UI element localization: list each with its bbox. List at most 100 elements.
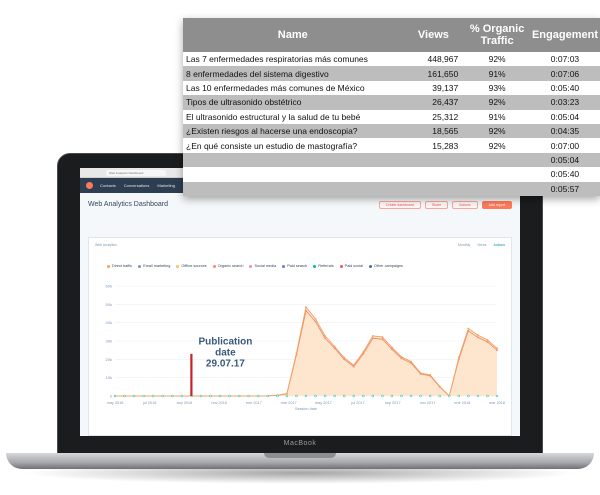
y-tick-label: 60k (106, 284, 112, 289)
legend-label: Offline sources (181, 264, 207, 268)
table-row[interactable]: 8 enfermedades del sistema digestivo 161,… (183, 66, 600, 81)
table-row[interactable]: ¿Existen riesgos al hacerse una endoscop… (183, 123, 600, 139)
hubspot-logo-icon[interactable] (86, 182, 93, 189)
data-point (286, 392, 288, 395)
baseline-point (409, 394, 413, 398)
x-tick-label: ene 2017 (246, 401, 262, 405)
baseline-point (381, 394, 384, 398)
legend-item[interactable]: Offline sources (176, 264, 207, 268)
cell-engagement: 0:04:35 (529, 123, 600, 139)
macbook-label: MacBook (283, 440, 317, 447)
dashboard-header: Web Analytics Dashboard Create dashboard… (80, 193, 520, 219)
cell-organic (464, 181, 530, 196)
table-row[interactable]: Las 7 enfermedades respiratorias más com… (183, 52, 600, 66)
baseline-point (151, 394, 155, 398)
dashboard-title[interactable]: Web Analytics Dashboard (88, 201, 168, 208)
publication-annotation: date (215, 348, 236, 359)
baseline-point (486, 394, 489, 398)
add-report-button[interactable]: Add report (481, 201, 512, 209)
legend-item[interactable]: Organic search (212, 264, 244, 268)
cell-views: 448,967 (427, 54, 459, 65)
data-point (410, 360, 412, 363)
cell-organic: 91% (464, 66, 530, 81)
baseline-point (467, 394, 470, 398)
share-button[interactable]: Share (424, 201, 449, 209)
nav-item-conversations[interactable]: Conversations (124, 183, 150, 188)
legend-label: Paid social (344, 264, 364, 268)
baseline-point (171, 394, 174, 398)
legend-item[interactable]: Social media (249, 264, 276, 268)
baseline-point (218, 394, 222, 398)
data-point (496, 349, 498, 352)
traffic-area-chart: 0 10k 20k 30k 40k 50k 60k Publicationdate29.07.… (106, 284, 505, 412)
baseline-point (209, 394, 212, 398)
baseline-point (257, 394, 260, 398)
create-dashboard-button[interactable]: Create dashboard (378, 201, 421, 209)
legend-item[interactable]: Direct traffic (107, 264, 132, 268)
legend-item[interactable]: Other campaigns (369, 264, 403, 268)
dashboard-actions: Create dashboard Share Actions Add repor… (375, 201, 512, 209)
data-point (371, 334, 374, 337)
browser-tab[interactable]: Web Analytics Dashboard (106, 170, 166, 176)
col-name-header[interactable]: Name (183, 18, 403, 52)
baseline-point (495, 394, 499, 398)
table-row[interactable]: ¿En qué consiste un estudio de mastograf… (183, 138, 600, 152)
nav-item-marketing[interactable]: Marketing (157, 183, 175, 188)
baseline-point (352, 394, 355, 398)
publication-annotation: Publication (198, 337, 252, 348)
legend-item[interactable]: Referrals (313, 264, 334, 268)
y-tick-label: 10k (106, 375, 112, 380)
cell-post-name (183, 152, 403, 168)
data-point (496, 347, 498, 350)
data-point (477, 336, 479, 339)
baseline-point (323, 394, 327, 398)
table-row[interactable]: 0:05:04 (183, 152, 600, 168)
publication-annotation: 29.07.17 (206, 359, 245, 370)
legend-swatch-icon (313, 264, 317, 268)
x-tick-label: jul 2016 (142, 401, 156, 405)
metric-select[interactable]: Views (477, 243, 486, 247)
data-point (333, 345, 336, 348)
table-row[interactable]: Las 10 enfermedades más comunes de Méxic… (183, 81, 600, 95)
data-point (381, 336, 384, 338)
card-actions-button[interactable]: Actions (494, 243, 505, 247)
frequency-select[interactable]: Monthly (458, 243, 470, 247)
legend-swatch-icon (369, 264, 373, 268)
baseline-point (428, 394, 432, 398)
baseline-point (476, 394, 480, 398)
cell-organic: 92% (464, 123, 530, 139)
baseline-point (314, 394, 317, 398)
data-point (457, 356, 460, 359)
data-point (314, 320, 317, 323)
legend-label: Referrals (318, 264, 334, 268)
cell-organic: 92% (488, 54, 506, 65)
cell-views: 39,137 (432, 82, 459, 93)
area-fill (115, 307, 497, 396)
table-row[interactable]: 0:05:40 (183, 167, 600, 181)
x-tick-label: jul 2017 (350, 401, 364, 405)
col-organic-header[interactable]: % Organic Traffic (464, 18, 530, 52)
table-row[interactable]: 0:05:57 (183, 181, 600, 196)
data-point (400, 356, 403, 358)
cell-views: 18,565 (402, 123, 465, 139)
table-row[interactable]: El ultrasonido estructural y la salud de… (183, 110, 600, 124)
data-point (324, 334, 326, 337)
actions-button[interactable]: Actions (452, 201, 478, 209)
col-views-header[interactable]: Views (402, 18, 465, 52)
legend-item[interactable]: Paid search (282, 264, 307, 268)
legend-label: Organic search (217, 264, 244, 268)
legend-label: Other campaigns (374, 264, 403, 268)
col-engagement-header[interactable]: Engagement (529, 18, 600, 52)
legend-item[interactable]: Paid social (339, 264, 364, 268)
baseline-point (419, 394, 422, 398)
baseline-point (457, 394, 461, 398)
legend-label: Direct traffic (112, 264, 133, 268)
table-row[interactable]: Tipos de ultrasonido obstétrico 26,437 92%… (183, 95, 600, 110)
cell-post-name (183, 181, 403, 196)
y-tick-label: 50k (106, 302, 112, 307)
legend-swatch-icon (282, 264, 286, 268)
cell-engagement: 0:07:06 (529, 66, 600, 81)
nav-item-contacts[interactable]: Contacts (100, 183, 116, 188)
legend-item[interactable]: Email marketing (138, 264, 170, 268)
baseline-point (285, 394, 289, 398)
